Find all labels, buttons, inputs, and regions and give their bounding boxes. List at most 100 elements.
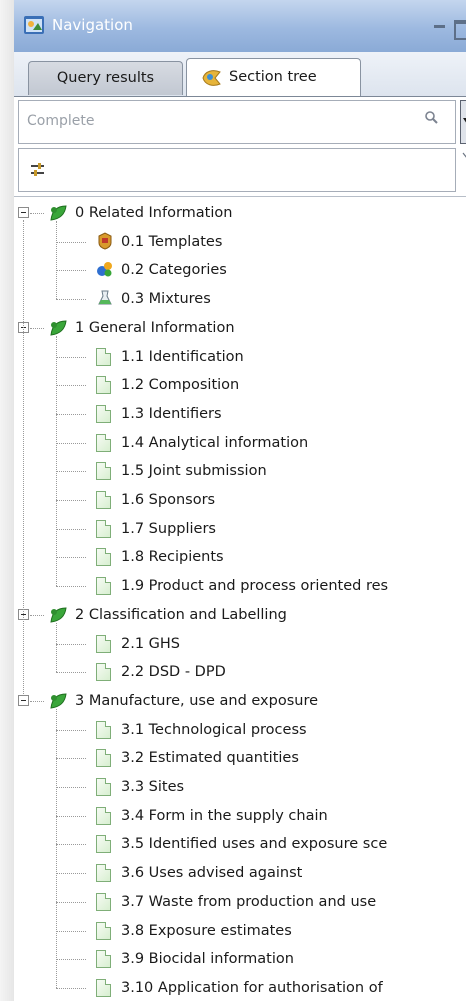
tree-item-row[interactable]: 3.6 Uses advised against [14,859,466,887]
document-icon [96,720,111,739]
tree-item-row[interactable]: 2.1 GHS [14,630,466,658]
tree-connector [56,787,86,788]
tree-connector [23,220,24,694]
tree-item-row[interactable]: 0.2 Categories [14,256,466,284]
tree-item-label: 3.8 Exposure estimates [121,922,292,939]
tab-section-tree[interactable]: Section tree [186,58,361,96]
document-icon [96,978,111,997]
tree-item-label: 1.3 Identifiers [121,405,222,422]
search-icon[interactable] [423,109,441,127]
tree-item-row[interactable]: 1.1 Identification [14,343,466,371]
tree-item-row[interactable]: 3.9 Biocidal information [14,945,466,973]
tree-item-row[interactable]: 3.2 Estimated quantities [14,744,466,772]
tree-item-label: 3.9 Biocidal information [121,951,294,968]
tree-item-row[interactable]: 3.10 Application for authorisation of [14,974,466,1001]
tree-item-label: 1.2 Composition [121,377,240,394]
tree-connector [56,987,86,989]
tree-item-row[interactable]: 1.6 Sponsors [14,486,466,514]
tree-item-label: 2.2 DSD - DPD [121,664,226,681]
tree-item-row[interactable]: 1.4 Analytical information [14,429,466,457]
tree-connector [30,614,44,616]
tree-item-row[interactable]: 3.3 Sites [14,773,466,801]
document-icon [96,892,111,911]
tree-connector [56,844,86,846]
tree-item-row[interactable]: 3.4 Form in the supply chain [14,802,466,830]
document-icon [96,462,111,481]
tree-item-label: 3.1 Technological process [121,721,307,738]
tree-item-label: 0.2 Categories [121,262,227,279]
tree-item-row[interactable]: 3.1 Technological process [14,716,466,744]
tree-item-label: 0.3 Mixtures [121,291,211,308]
document-icon [96,864,111,883]
tree-item-label: 3.3 Sites [121,779,185,795]
title-bar: Navigation [14,0,466,53]
tree-connector [56,901,86,903]
document-icon [96,577,111,596]
tree-connector [56,708,57,988]
tree-connector [56,622,57,673]
tab-query-results[interactable]: Query results [28,61,183,95]
tree-group-label: 0 Related Information [75,205,233,221]
tree-connector [30,213,44,214]
document-icon [96,835,111,854]
minimize-button[interactable] [434,17,448,31]
tree-group-row[interactable]: 1 General Information [14,314,466,342]
tree-item-row[interactable]: 1.9 Product and process oriented res [14,572,466,600]
tree-connector [56,385,86,387]
tree-item-row[interactable]: 3.8 Exposure estimates [14,917,466,945]
tree-item-row[interactable]: 1.5 Joint submission [14,457,466,485]
tree-connector [56,815,86,817]
collapse-toggle-icon[interactable] [18,694,29,706]
tree-connector [30,700,44,702]
navigation-panel: Navigation Query results Section tree Co… [14,0,466,1001]
tree-item-label: 3.2 Estimated quantities [121,750,299,767]
search-field[interactable]: Complete [18,100,456,144]
window-title: Navigation [52,16,133,34]
tree-item-row[interactable]: 1.2 Composition [14,371,466,399]
tree-group-row[interactable]: 2 Classification and Labelling [14,601,466,629]
section-tree: 0 Related Information 0.1 Templates 0.2 Ca… [14,196,466,1001]
tree-group-label: 2 Classification and Labelling [75,606,287,623]
tree-connector [56,758,86,760]
tree-connector [56,241,86,243]
tree-item-row[interactable]: 1.8 Recipients [14,543,466,571]
tree-item-row[interactable]: 3.5 Identified uses and exposure sce [14,830,466,858]
tree-connector [56,930,86,932]
document-icon [96,519,111,538]
tree-item-row[interactable]: 0.1 Templates [14,228,466,256]
tree-connector [30,327,44,329]
tree-connector [56,528,86,530]
tree-item-label: 1.1 Identification [121,348,244,365]
document-icon [96,663,111,682]
tree-connector [56,500,86,501]
search-dropdown-button[interactable] [460,100,466,144]
tree-item-label: 1.9 Product and process oriented res [121,578,389,595]
tree-group-row[interactable]: 0 Related Information [14,199,466,227]
tree-item-label: 1.6 Sponsors [121,492,216,508]
tree-connector [56,335,57,587]
tree-item-row[interactable]: 1.3 Identifiers [14,400,466,428]
search-placeholder: Complete [27,113,95,129]
document-icon [96,433,111,452]
filter-icon[interactable] [29,161,47,179]
window-left-border [0,0,15,1001]
tab-label: Query results [56,70,155,86]
tree-item-label: 3.5 Identified uses and exposure sce [121,836,388,853]
tree-connector [56,672,86,674]
tree-item-row[interactable]: 3.7 Waste from production and use [14,888,466,916]
filter-field[interactable] [18,148,456,192]
document-icon [96,749,111,768]
document-icon [96,548,111,567]
maximize-button[interactable] [454,20,466,40]
tree-item-row[interactable]: 1.7 Suppliers [14,515,466,543]
tree-group-label: 1 General Information [75,319,235,336]
tree-item-row[interactable]: 0.3 Mixtures [14,285,466,313]
tree-connector [56,471,86,473]
chevron-down-icon[interactable] [462,152,466,160]
tree-group-row[interactable]: 3 Manufacture, use and exposure [14,687,466,715]
collapse-toggle-icon[interactable] [18,207,29,218]
tree-connector [56,643,86,645]
document-icon [96,404,111,423]
tree-item-row[interactable]: 2.2 DSD - DPD [14,658,466,686]
tree-item-label: 3.7 Waste from production and use [121,893,377,910]
